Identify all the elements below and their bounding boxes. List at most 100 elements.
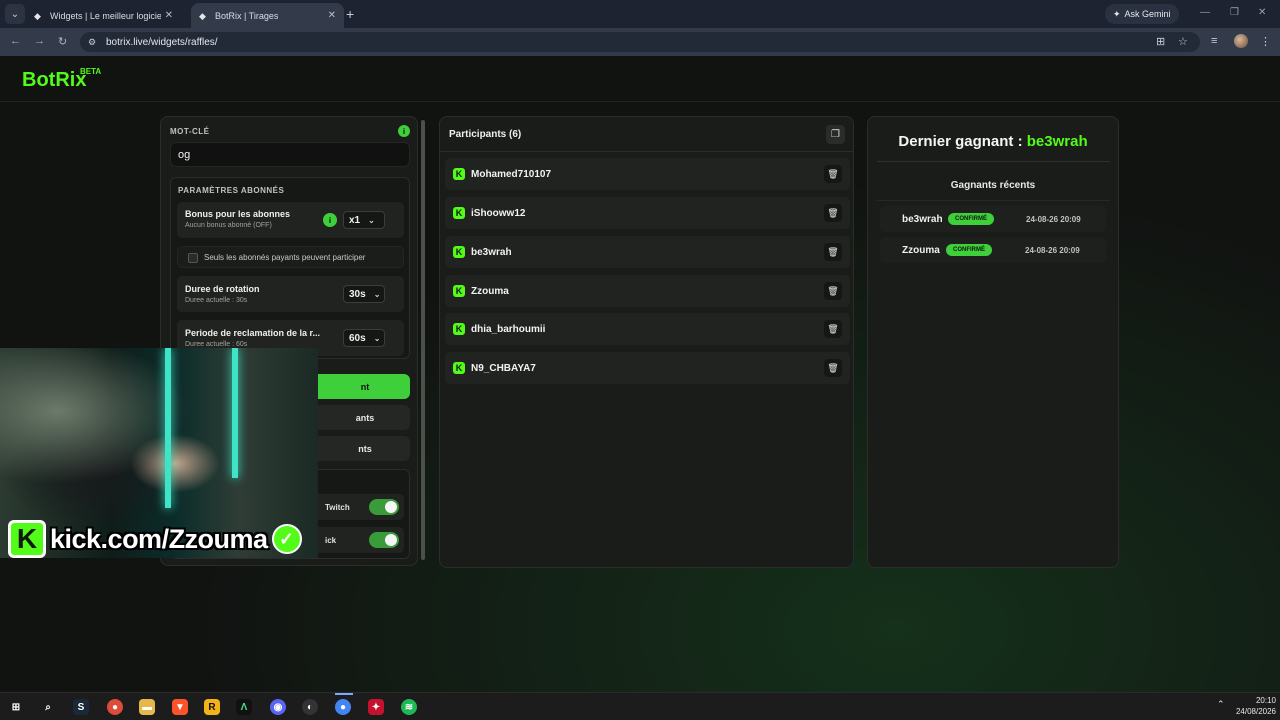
- participant-name: Mohamed710107: [471, 169, 552, 180]
- status-badge: CONFIRMÉ: [948, 213, 994, 225]
- secondary-button-label: ants: [355, 412, 375, 423]
- claim-subtitle: Duree actuelle : 60s: [185, 341, 248, 348]
- kick-icon: K: [453, 246, 465, 258]
- site-info-icon[interactable]: ⚙: [88, 37, 96, 48]
- participants-header: Participants (6) ❐: [440, 117, 853, 152]
- trash-icon[interactable]: 🗑: [824, 282, 842, 300]
- game-icon[interactable]: ✦: [368, 699, 384, 715]
- keyword-label: MOT-CLÉ: [170, 127, 210, 136]
- clock-date: 24/08/2026: [1235, 707, 1276, 716]
- info-icon[interactable]: i: [323, 213, 337, 227]
- primary-button-label: nt: [360, 381, 370, 392]
- restore-icon[interactable]: ❐: [1230, 7, 1239, 18]
- divider: [877, 161, 1110, 162]
- bonus-title: Bonus pour les abonnes: [185, 209, 291, 219]
- reload-icon[interactable]: ↻: [58, 35, 67, 48]
- neon-light: [232, 348, 238, 478]
- clock-time: 20:10: [1255, 696, 1276, 705]
- brave-icon[interactable]: ▼: [172, 699, 188, 715]
- bonus-subtitle: Aucun bonus abonné (OFF): [185, 222, 272, 229]
- trash-icon[interactable]: 🗑: [824, 165, 842, 183]
- chrome-active-icon[interactable]: ●: [335, 699, 351, 715]
- trash-icon[interactable]: 🗑: [824, 243, 842, 261]
- paid-only-checkbox[interactable]: [188, 253, 198, 263]
- botrix-logo[interactable]: BotRix: [22, 69, 86, 92]
- chevron-down-icon: ⌄: [373, 333, 381, 343]
- app-header: BotRix BETA: [0, 56, 1280, 102]
- chevron-up-icon[interactable]: ⌃: [1217, 699, 1225, 710]
- close-icon[interactable]: ✕: [328, 10, 336, 21]
- tab-widgets[interactable]: ◆ Widgets | Le meilleur logiciel p ✕: [26, 3, 181, 28]
- participant-row: K be3wrah 🗑: [445, 236, 850, 268]
- rotation-title: Duree de rotation: [185, 284, 260, 294]
- bonus-value: x1: [349, 214, 361, 226]
- status-badge: CONFIRMÉ: [946, 244, 992, 256]
- copy-icon[interactable]: ❐: [826, 125, 845, 144]
- back-arrow-icon[interactable]: ←: [10, 35, 21, 47]
- rotation-value: 30s: [349, 288, 366, 300]
- tab-title: BotRix | Tirages: [215, 10, 279, 21]
- chrome-icon[interactable]: ●: [107, 699, 123, 715]
- tertiary-button-label: nts: [358, 443, 372, 454]
- obs-icon[interactable]: ◐: [302, 699, 318, 715]
- rotation-subtitle: Duree actuelle : 30s: [185, 297, 248, 304]
- discord-icon[interactable]: ◉: [270, 699, 286, 715]
- browser-addressbar: ← → ↻ botrix.live/widgets/raffles/ ⚙ ⊞ ☆…: [0, 28, 1280, 56]
- trash-icon[interactable]: 🗑: [824, 320, 842, 338]
- bonus-select[interactable]: x1 ⌄: [343, 211, 385, 229]
- bookmark-star-icon[interactable]: ☆: [1178, 35, 1188, 48]
- rockstar-icon[interactable]: R: [204, 699, 220, 715]
- new-tab-plus-icon[interactable]: +: [346, 6, 354, 22]
- minimize-icon[interactable]: —: [1200, 7, 1210, 18]
- botrix-favicon-icon: ◆: [34, 10, 41, 21]
- winner-date: 24-08-26 20:09: [1025, 246, 1080, 255]
- kick-toggle[interactable]: [369, 532, 399, 548]
- participant-row: K dhia_barhoumii 🗑: [445, 313, 850, 345]
- divider: [877, 200, 1110, 201]
- close-window-icon[interactable]: ✕: [1258, 7, 1266, 18]
- chevron-down-icon: ⌄: [373, 289, 381, 299]
- ask-gemini-button[interactable]: ✦ Ask Gemini: [1105, 4, 1179, 24]
- close-icon[interactable]: ✕: [165, 10, 173, 21]
- trash-icon[interactable]: 🗑: [824, 204, 842, 222]
- url-bar[interactable]: botrix.live/widgets/raffles/: [80, 32, 1200, 52]
- subscriber-bonus-row: Bonus pour les abonnes Aucun bonus abonn…: [177, 202, 404, 238]
- claim-value: 60s: [349, 332, 366, 344]
- rotation-duration-row: Duree de rotation Duree actuelle : 30s 3…: [177, 276, 404, 312]
- translate-icon[interactable]: ⊞: [1156, 35, 1165, 48]
- forward-arrow-icon[interactable]: →: [34, 35, 45, 47]
- search-icon[interactable]: ⌕: [40, 699, 56, 715]
- steam-icon[interactable]: S: [73, 699, 89, 715]
- winner-date: 24-08-26 20:09: [1026, 215, 1081, 224]
- system-clock[interactable]: 20:10 24/08/2026: [1228, 695, 1276, 717]
- spotify-icon[interactable]: ≋: [401, 699, 417, 715]
- kebab-menu-icon[interactable]: ⋮: [1260, 35, 1271, 48]
- trash-icon[interactable]: 🗑: [824, 359, 842, 377]
- file-explorer-icon[interactable]: ▬: [139, 699, 155, 715]
- chevron-down-icon: ⌄: [368, 215, 375, 225]
- media-controls-icon[interactable]: ≡: [1211, 35, 1217, 47]
- windows-start-icon[interactable]: ⊞: [8, 699, 24, 715]
- keyword-input[interactable]: [170, 142, 410, 167]
- toggle-knob: [385, 534, 397, 546]
- rotation-select[interactable]: 30s ⌄: [343, 285, 385, 303]
- claim-title: Periode de reclamation de la r...: [185, 328, 321, 338]
- app-icon[interactable]: Λ: [236, 699, 252, 715]
- beta-badge: BETA: [80, 67, 102, 76]
- settings-scrollbar[interactable]: [421, 120, 425, 560]
- participant-row: K Mohamed710107 🗑: [445, 158, 850, 190]
- last-winner-name: be3wrah: [1026, 133, 1088, 150]
- tab-search-icon[interactable]: ⌄: [5, 4, 25, 24]
- kick-icon: K: [453, 168, 465, 180]
- subscriber-section-title: PARAMÈTRES ABONNÉS: [178, 186, 285, 195]
- paid-only-label: Seuls les abonnés payants peuvent partic…: [204, 253, 366, 262]
- profile-avatar[interactable]: [1234, 34, 1248, 48]
- paid-only-row[interactable]: Seuls les abonnés payants peuvent partic…: [177, 246, 404, 268]
- kick-icon: K: [453, 323, 465, 335]
- kick-icon: K: [453, 285, 465, 297]
- info-icon[interactable]: i: [398, 125, 410, 137]
- twitch-toggle[interactable]: [369, 499, 399, 515]
- winner-name: Zzouma: [902, 245, 940, 256]
- claim-select[interactable]: 60s ⌄: [343, 329, 385, 347]
- tab-botrix-tirages[interactable]: ◆ BotRix | Tirages ✕: [191, 3, 344, 28]
